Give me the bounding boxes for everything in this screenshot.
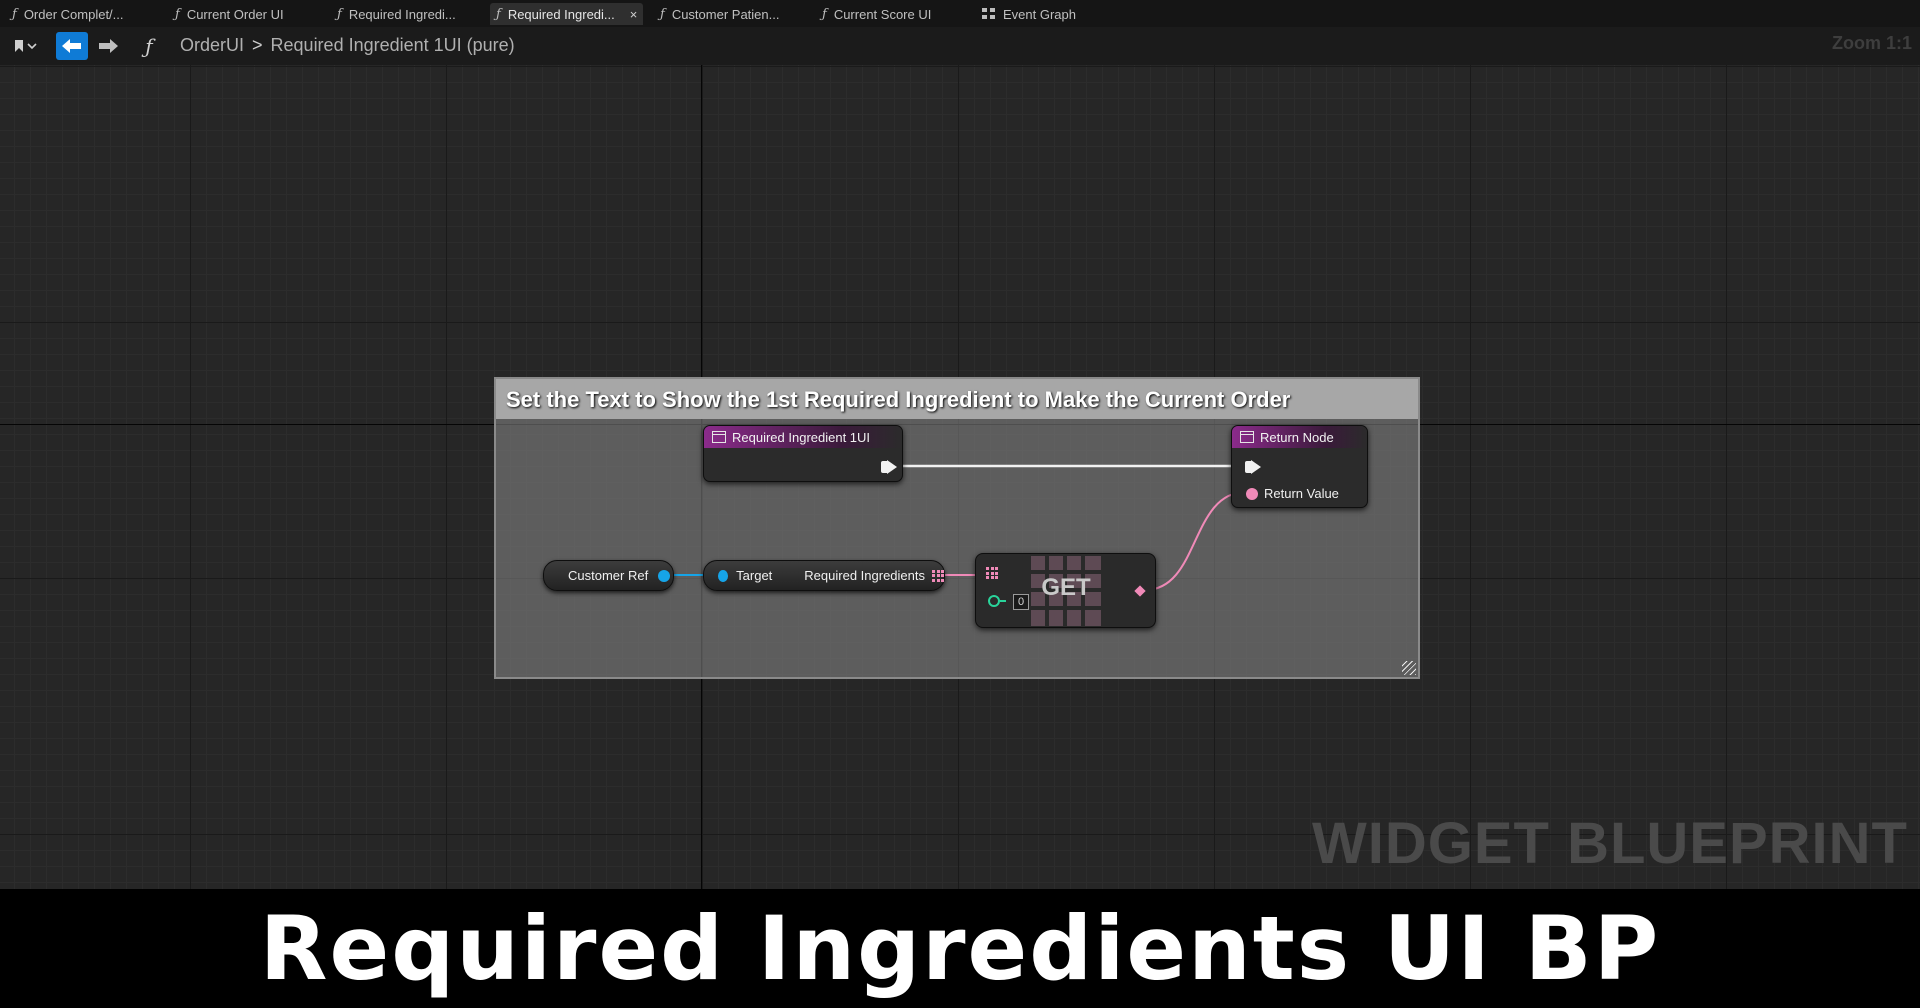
breadcrumb: OrderUI > Required Ingredient 1UI (pure) bbox=[180, 35, 515, 56]
function-icon: ƒ bbox=[660, 6, 665, 22]
chevron-right-icon: > bbox=[252, 35, 263, 55]
close-icon[interactable]: × bbox=[630, 7, 638, 22]
tab-order-complete[interactable]: ƒ Order Complet/... bbox=[6, 3, 130, 25]
tab-label: Customer Patien... bbox=[671, 6, 780, 22]
array-input-pin[interactable] bbox=[986, 567, 998, 579]
index-field[interactable]: 0 bbox=[1013, 594, 1029, 610]
exec-out-pin[interactable] bbox=[881, 460, 897, 474]
tab-label: Required Ingredi... bbox=[348, 6, 456, 22]
function-result-icon bbox=[1240, 431, 1254, 443]
customer-ref-label: Customer Ref bbox=[568, 568, 649, 583]
return-value-pin[interactable] bbox=[1246, 487, 1258, 500]
tab-required-ingredient-active[interactable]: ƒ Required Ingredi... × bbox=[490, 3, 644, 25]
tab-current-order-ui[interactable]: ƒ Current Order UI bbox=[169, 3, 290, 25]
return-node-header: Return Node bbox=[1232, 426, 1367, 448]
forward-button[interactable] bbox=[94, 32, 124, 60]
tab-label: Current Score UI bbox=[833, 6, 932, 22]
get-output-pin[interactable] bbox=[1134, 585, 1146, 597]
arrow-right-icon bbox=[99, 39, 118, 53]
comment-title[interactable]: Set the Text to Show the 1st Required In… bbox=[496, 379, 1418, 419]
function-icon: ƒ bbox=[12, 6, 17, 22]
function-entry-icon bbox=[712, 431, 726, 443]
bookmark-icon bbox=[15, 40, 37, 52]
tab-customer-patience[interactable]: ƒ Customer Patien... bbox=[654, 3, 785, 25]
array-get-node[interactable]: GET 0 bbox=[975, 553, 1156, 628]
required-ingredients-label: Required Ingredients bbox=[804, 568, 925, 583]
caption-text: Required Ingredients UI BP bbox=[259, 897, 1661, 1000]
return-value-row: Return Value bbox=[1246, 486, 1339, 501]
return-node[interactable]: Return Node Return Value bbox=[1231, 425, 1368, 508]
bookmark-dropdown[interactable] bbox=[8, 32, 44, 60]
zoom-level: Zoom 1:1 bbox=[1831, 33, 1912, 53]
breadcrumb-current: Required Ingredient 1UI (pure) bbox=[270, 35, 515, 55]
breadcrumb-root[interactable]: OrderUI bbox=[180, 35, 244, 56]
graph-toolbar: ƒ OrderUI > Required Ingredient 1UI (pur… bbox=[0, 27, 1920, 65]
tab-bar: ƒ Order Complet/... ƒ Current Order UI ƒ… bbox=[0, 0, 1920, 27]
get-label: GET bbox=[1041, 574, 1091, 601]
required-ingredients-getter-node[interactable]: Target Required Ingredients bbox=[703, 560, 945, 591]
function-icon: ƒ bbox=[822, 6, 827, 22]
back-button[interactable] bbox=[56, 32, 88, 60]
tab-label: Required Ingredi... bbox=[507, 6, 615, 22]
entry-node[interactable]: Required Ingredient 1UI bbox=[703, 425, 903, 482]
event-graph-icon bbox=[982, 8, 996, 20]
index-input-pin[interactable] bbox=[988, 595, 1006, 607]
tab-current-score-ui[interactable]: ƒ Current Score UI bbox=[816, 3, 937, 25]
function-icon: ƒ bbox=[175, 6, 180, 22]
exec-in-pin[interactable] bbox=[1245, 460, 1261, 474]
tab-event-graph[interactable]: Event Graph bbox=[976, 3, 1082, 25]
tab-required-ingredient-a[interactable]: ƒ Required Ingredi... bbox=[331, 3, 462, 25]
arrow-left-icon bbox=[62, 39, 81, 53]
customer-ref-node[interactable]: Customer Ref bbox=[543, 560, 674, 591]
function-icon: ƒ bbox=[496, 6, 501, 22]
comment-box[interactable]: Set the Text to Show the 1st Required In… bbox=[494, 377, 1420, 679]
return-node-title: Return Node bbox=[1260, 429, 1334, 445]
target-label: Target bbox=[736, 568, 773, 583]
entry-node-title: Required Ingredient 1UI bbox=[732, 429, 871, 445]
tab-label: Order Complet/... bbox=[23, 6, 124, 22]
return-value-label: Return Value bbox=[1264, 486, 1339, 501]
entry-node-header: Required Ingredient 1UI bbox=[704, 426, 902, 448]
widget-blueprint-watermark: WIDGET BLUEPRINT bbox=[1312, 811, 1908, 876]
video-caption: Required Ingredients UI BP bbox=[0, 889, 1920, 1008]
function-icon: ƒ bbox=[145, 34, 153, 58]
array-output-pin[interactable] bbox=[932, 569, 944, 582]
resize-grip-icon[interactable] bbox=[1402, 661, 1416, 675]
tab-label: Event Graph bbox=[1003, 6, 1076, 22]
tab-label: Current Order UI bbox=[186, 6, 284, 22]
target-input-pin[interactable] bbox=[718, 569, 729, 582]
customer-ref-output-pin[interactable] bbox=[658, 569, 671, 582]
function-icon: ƒ bbox=[337, 6, 342, 22]
